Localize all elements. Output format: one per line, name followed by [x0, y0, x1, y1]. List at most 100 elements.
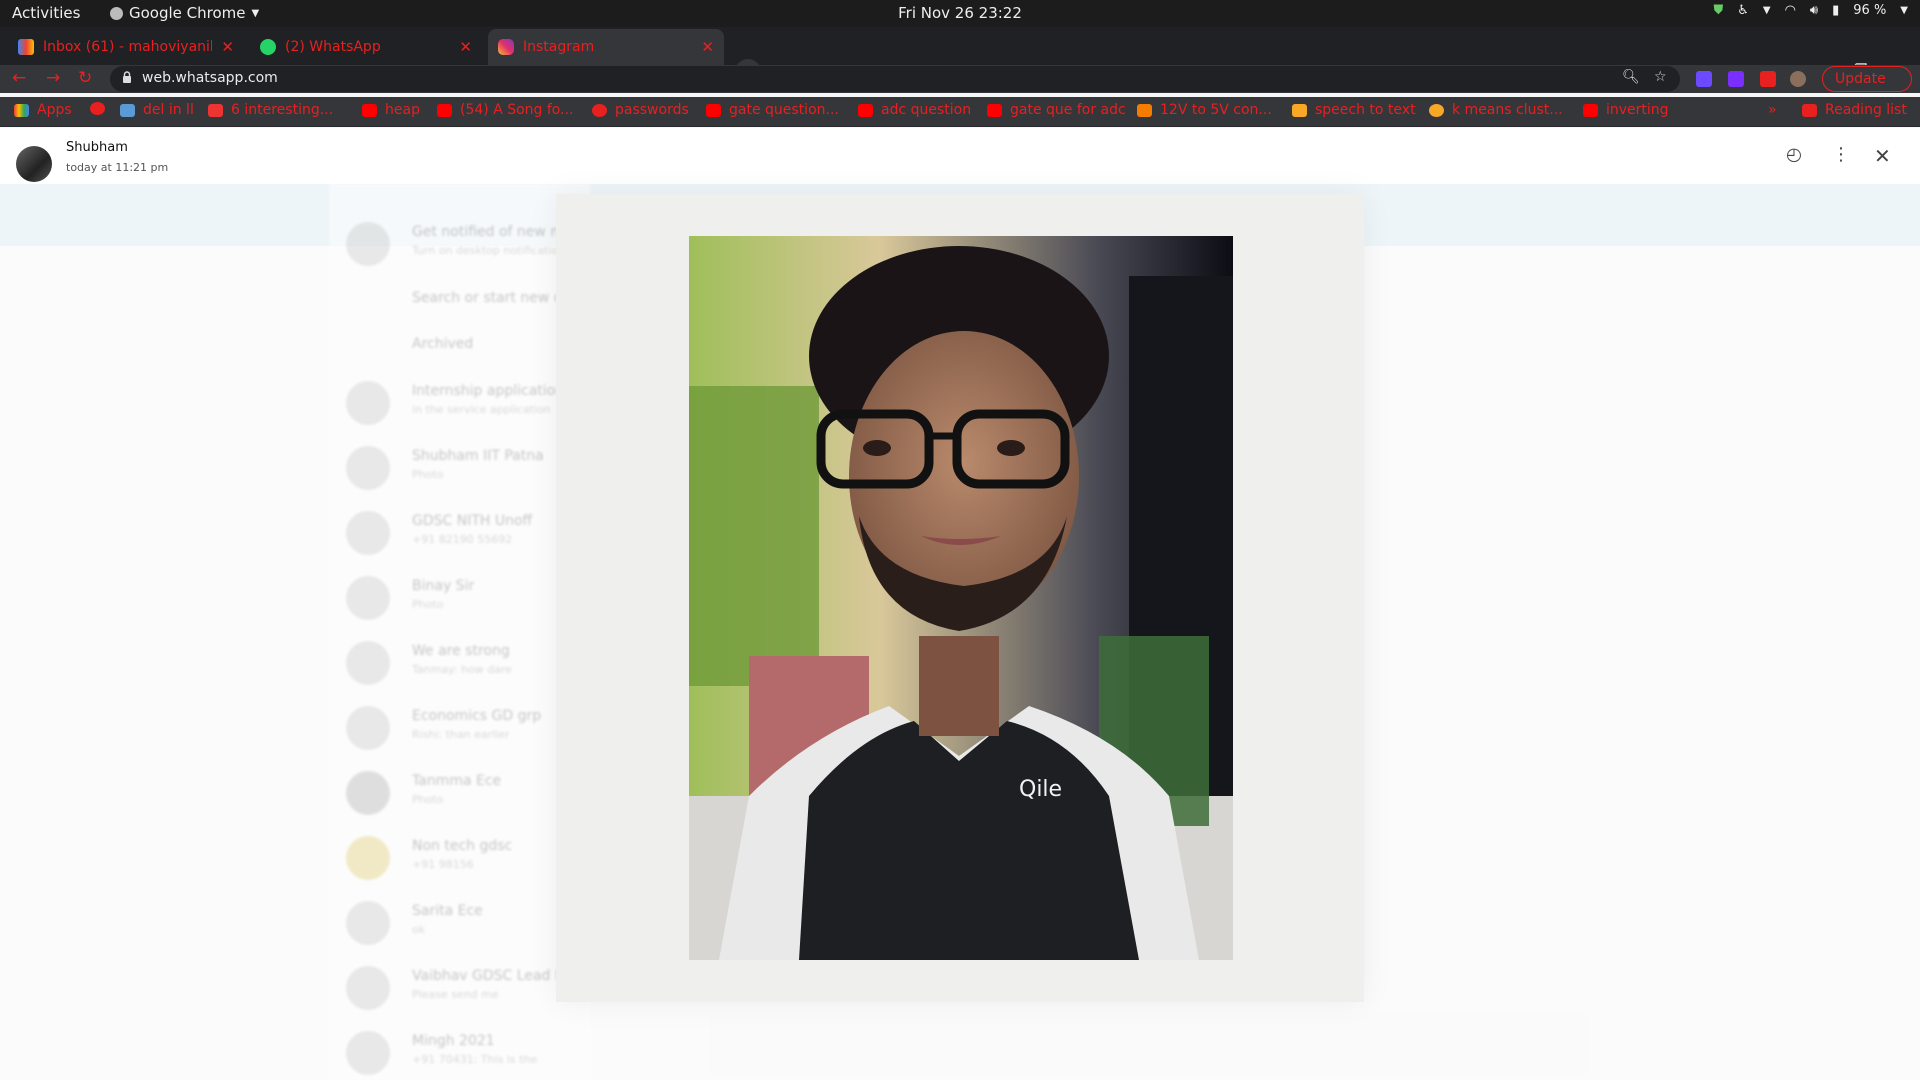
close-icon[interactable]: ✕	[221, 38, 234, 56]
update-label: Update	[1835, 71, 1886, 87]
whatsapp-icon	[260, 39, 276, 55]
media-stage: Qile	[556, 194, 1364, 1002]
extensions-puzzle-icon[interactable]	[1760, 71, 1776, 87]
bookmark-item[interactable]: 12V to 5V con...	[1137, 102, 1272, 118]
message-composer	[710, 1014, 1590, 1074]
zoom-icon[interactable]: 🔍︎	[1622, 69, 1640, 85]
bookmark-item[interactable]: passwords	[592, 102, 689, 118]
tab-instagram[interactable]: Instagram ✕	[488, 29, 724, 65]
caret-down-icon: ▼	[1762, 5, 1771, 16]
list-item: Get notified of new mess... Turn on deskt…	[342, 220, 601, 270]
avatar	[346, 836, 390, 880]
bookmark-item[interactable]: k means clust...	[1429, 102, 1563, 118]
back-arrow-icon[interactable]: ←	[12, 68, 26, 88]
tab-strip: Inbox (61) - mahoviyanik ✕ (2) WhatsApp …	[0, 27, 1920, 85]
list-item: Vaibhav GDSC Lead N Please send me	[342, 964, 582, 1014]
infinity-icon	[1429, 103, 1444, 117]
bookmarks-overflow-button[interactable]: »	[1768, 102, 1777, 118]
clock-container: Fri Nov 26 23:22	[0, 4, 1920, 22]
list-item: Shubham IIT Patna Photo	[342, 444, 582, 494]
avatar	[346, 901, 390, 945]
bookmark-favicon-icon	[1137, 103, 1152, 117]
reload-icon[interactable]: ↻	[78, 68, 92, 88]
bookmark-item[interactable]: del in ll	[120, 102, 194, 118]
accessibility-icon: ♿	[1737, 3, 1749, 18]
list-item: Mingh 2021 +91 70431: This is the	[342, 1029, 582, 1079]
bookmark-star-icon[interactable]: ☆	[1654, 69, 1667, 85]
avatar	[346, 222, 390, 266]
bookmark-item[interactable]: 6 interesting...	[208, 102, 333, 118]
more-options-icon[interactable]: ⋮	[1832, 144, 1850, 165]
bookmark-item[interactable]	[90, 102, 105, 115]
list-item: Tanmma Ece Photo	[342, 769, 582, 819]
wifi-icon: ◠	[1784, 3, 1796, 18]
tab-title: (2) WhatsApp	[285, 39, 381, 55]
sender-name: Shubham	[66, 140, 128, 155]
youtube-icon	[706, 103, 721, 117]
extension-media-icon[interactable]	[1696, 71, 1712, 87]
youtube-icon	[362, 103, 377, 117]
apps-grid-icon	[14, 103, 29, 117]
close-icon[interactable]: ✕	[701, 38, 714, 56]
list-item: Binay Sir Photo	[342, 574, 582, 624]
bookmark-item[interactable]: speech to text	[1292, 102, 1416, 118]
list-item: Search or start new chat	[412, 290, 585, 306]
activities-button[interactable]: Activities	[12, 4, 80, 22]
svg-text:Qile: Qile	[1019, 777, 1062, 802]
system-tray[interactable]: ⛊ ♿ ▼ ◠ 🔊︎ ▮ 96 % ▼	[1713, 3, 1908, 18]
bookmark-favicon-icon	[90, 102, 105, 115]
list-item: Internship application in the service app…	[342, 379, 582, 429]
tab-whatsapp[interactable]: (2) WhatsApp ✕	[250, 29, 482, 65]
avatar	[346, 1031, 390, 1075]
bookmark-item[interactable]: (54) A Song fo...	[437, 102, 573, 118]
forward-arrow-icon[interactable]: →	[46, 68, 60, 88]
close-icon[interactable]: ✕	[459, 38, 472, 56]
youtube-icon	[987, 103, 1002, 117]
chat-list: Get notified of new mess... Turn on deskt…	[330, 184, 601, 1080]
view-once-icon[interactable]: ◴	[1786, 144, 1802, 165]
app-menu-label: Google Chrome	[129, 4, 246, 22]
extension-badge-icon[interactable]	[1728, 71, 1744, 87]
bookmark-item[interactable]: heap	[362, 102, 420, 118]
tab-title: Instagram	[523, 39, 595, 55]
bookmark-item[interactable]: adc question	[858, 102, 971, 118]
list-item: Archived	[412, 336, 474, 352]
sender-avatar[interactable]	[16, 146, 52, 182]
app-menu[interactable]: Google Chrome ▼	[110, 4, 259, 22]
caret-down-icon: ▼	[1900, 5, 1908, 16]
bookmark-favicon-icon	[208, 103, 223, 117]
photo[interactable]: Qile	[689, 236, 1233, 960]
os-top-bar: Activities Google Chrome ▼ Fri Nov 26 23…	[0, 0, 1920, 27]
list-item: We are strong Tanmay: how dare	[342, 639, 582, 689]
avatar	[346, 771, 390, 815]
avatar	[346, 381, 390, 425]
avatar	[346, 446, 390, 490]
caret-down-icon: ▼	[251, 7, 260, 19]
bookmark-item[interactable]: inverting	[1583, 102, 1669, 118]
bookmark-apps[interactable]: Apps	[14, 102, 72, 118]
reading-list-button[interactable]: Reading list	[1802, 102, 1907, 118]
bookmark-item[interactable]: gate que for adc	[987, 102, 1126, 118]
gmail-icon	[18, 39, 34, 55]
reading-list-icon	[1802, 103, 1817, 117]
avatar	[346, 511, 390, 555]
bookmark-favicon-icon	[120, 103, 135, 117]
tab-gmail[interactable]: Inbox (61) - mahoviyanik ✕	[8, 29, 244, 65]
close-viewer-icon[interactable]: ✕	[1874, 144, 1891, 168]
youtube-icon	[437, 103, 452, 117]
youtube-icon	[1583, 103, 1598, 117]
gear-icon	[592, 103, 607, 117]
bookmarks-bar: Apps del in ll 6 interesting... heap (54…	[0, 97, 1920, 127]
bookmark-item[interactable]: gate question...	[706, 102, 839, 118]
tab-title: Inbox (61) - mahoviyanik	[43, 39, 213, 55]
portrait-photo: Qile	[689, 236, 1233, 960]
update-button[interactable]: Update ⋮	[1822, 66, 1912, 111]
bookmark-favicon-icon	[1292, 103, 1307, 117]
clock[interactable]: Fri Nov 26 23:22	[898, 4, 1022, 22]
address-bar[interactable]: web.whatsapp.com 🔍︎ ☆	[110, 66, 1680, 92]
battery-percent: 96 %	[1853, 3, 1887, 18]
profile-avatar[interactable]	[1790, 71, 1806, 87]
avatar	[346, 641, 390, 685]
list-item: Sarita Ece ok	[342, 899, 582, 949]
chrome-icon	[110, 6, 123, 20]
